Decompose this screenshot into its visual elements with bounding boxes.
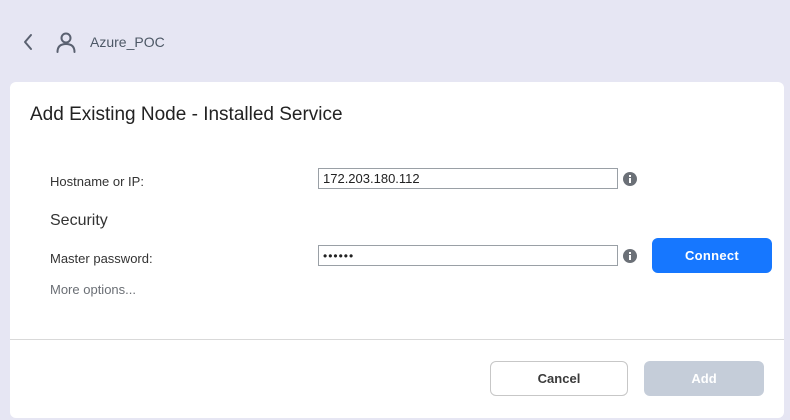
more-options-link[interactable]: More options... bbox=[50, 282, 136, 297]
connect-button[interactable]: Connect bbox=[652, 238, 772, 273]
hostname-input[interactable] bbox=[318, 168, 618, 189]
add-node-dialog: Add Existing Node - Installed Service Ho… bbox=[10, 82, 784, 418]
top-bar: Azure_POC bbox=[0, 0, 790, 82]
security-heading: Security bbox=[50, 212, 108, 229]
master-password-label: Master password: bbox=[50, 251, 153, 266]
back-button[interactable] bbox=[18, 31, 38, 53]
info-icon[interactable] bbox=[623, 172, 637, 186]
breadcrumb: Azure_POC bbox=[90, 34, 165, 50]
cancel-button[interactable]: Cancel bbox=[490, 361, 628, 396]
user-icon bbox=[56, 32, 76, 53]
hostname-label: Hostname or IP: bbox=[50, 174, 144, 189]
dialog-title: Add Existing Node - Installed Service bbox=[30, 104, 343, 125]
divider bbox=[10, 339, 784, 340]
add-button[interactable]: Add bbox=[644, 361, 764, 396]
chevron-left-icon bbox=[24, 34, 32, 50]
info-icon[interactable] bbox=[623, 249, 637, 263]
master-password-input[interactable] bbox=[318, 245, 618, 266]
